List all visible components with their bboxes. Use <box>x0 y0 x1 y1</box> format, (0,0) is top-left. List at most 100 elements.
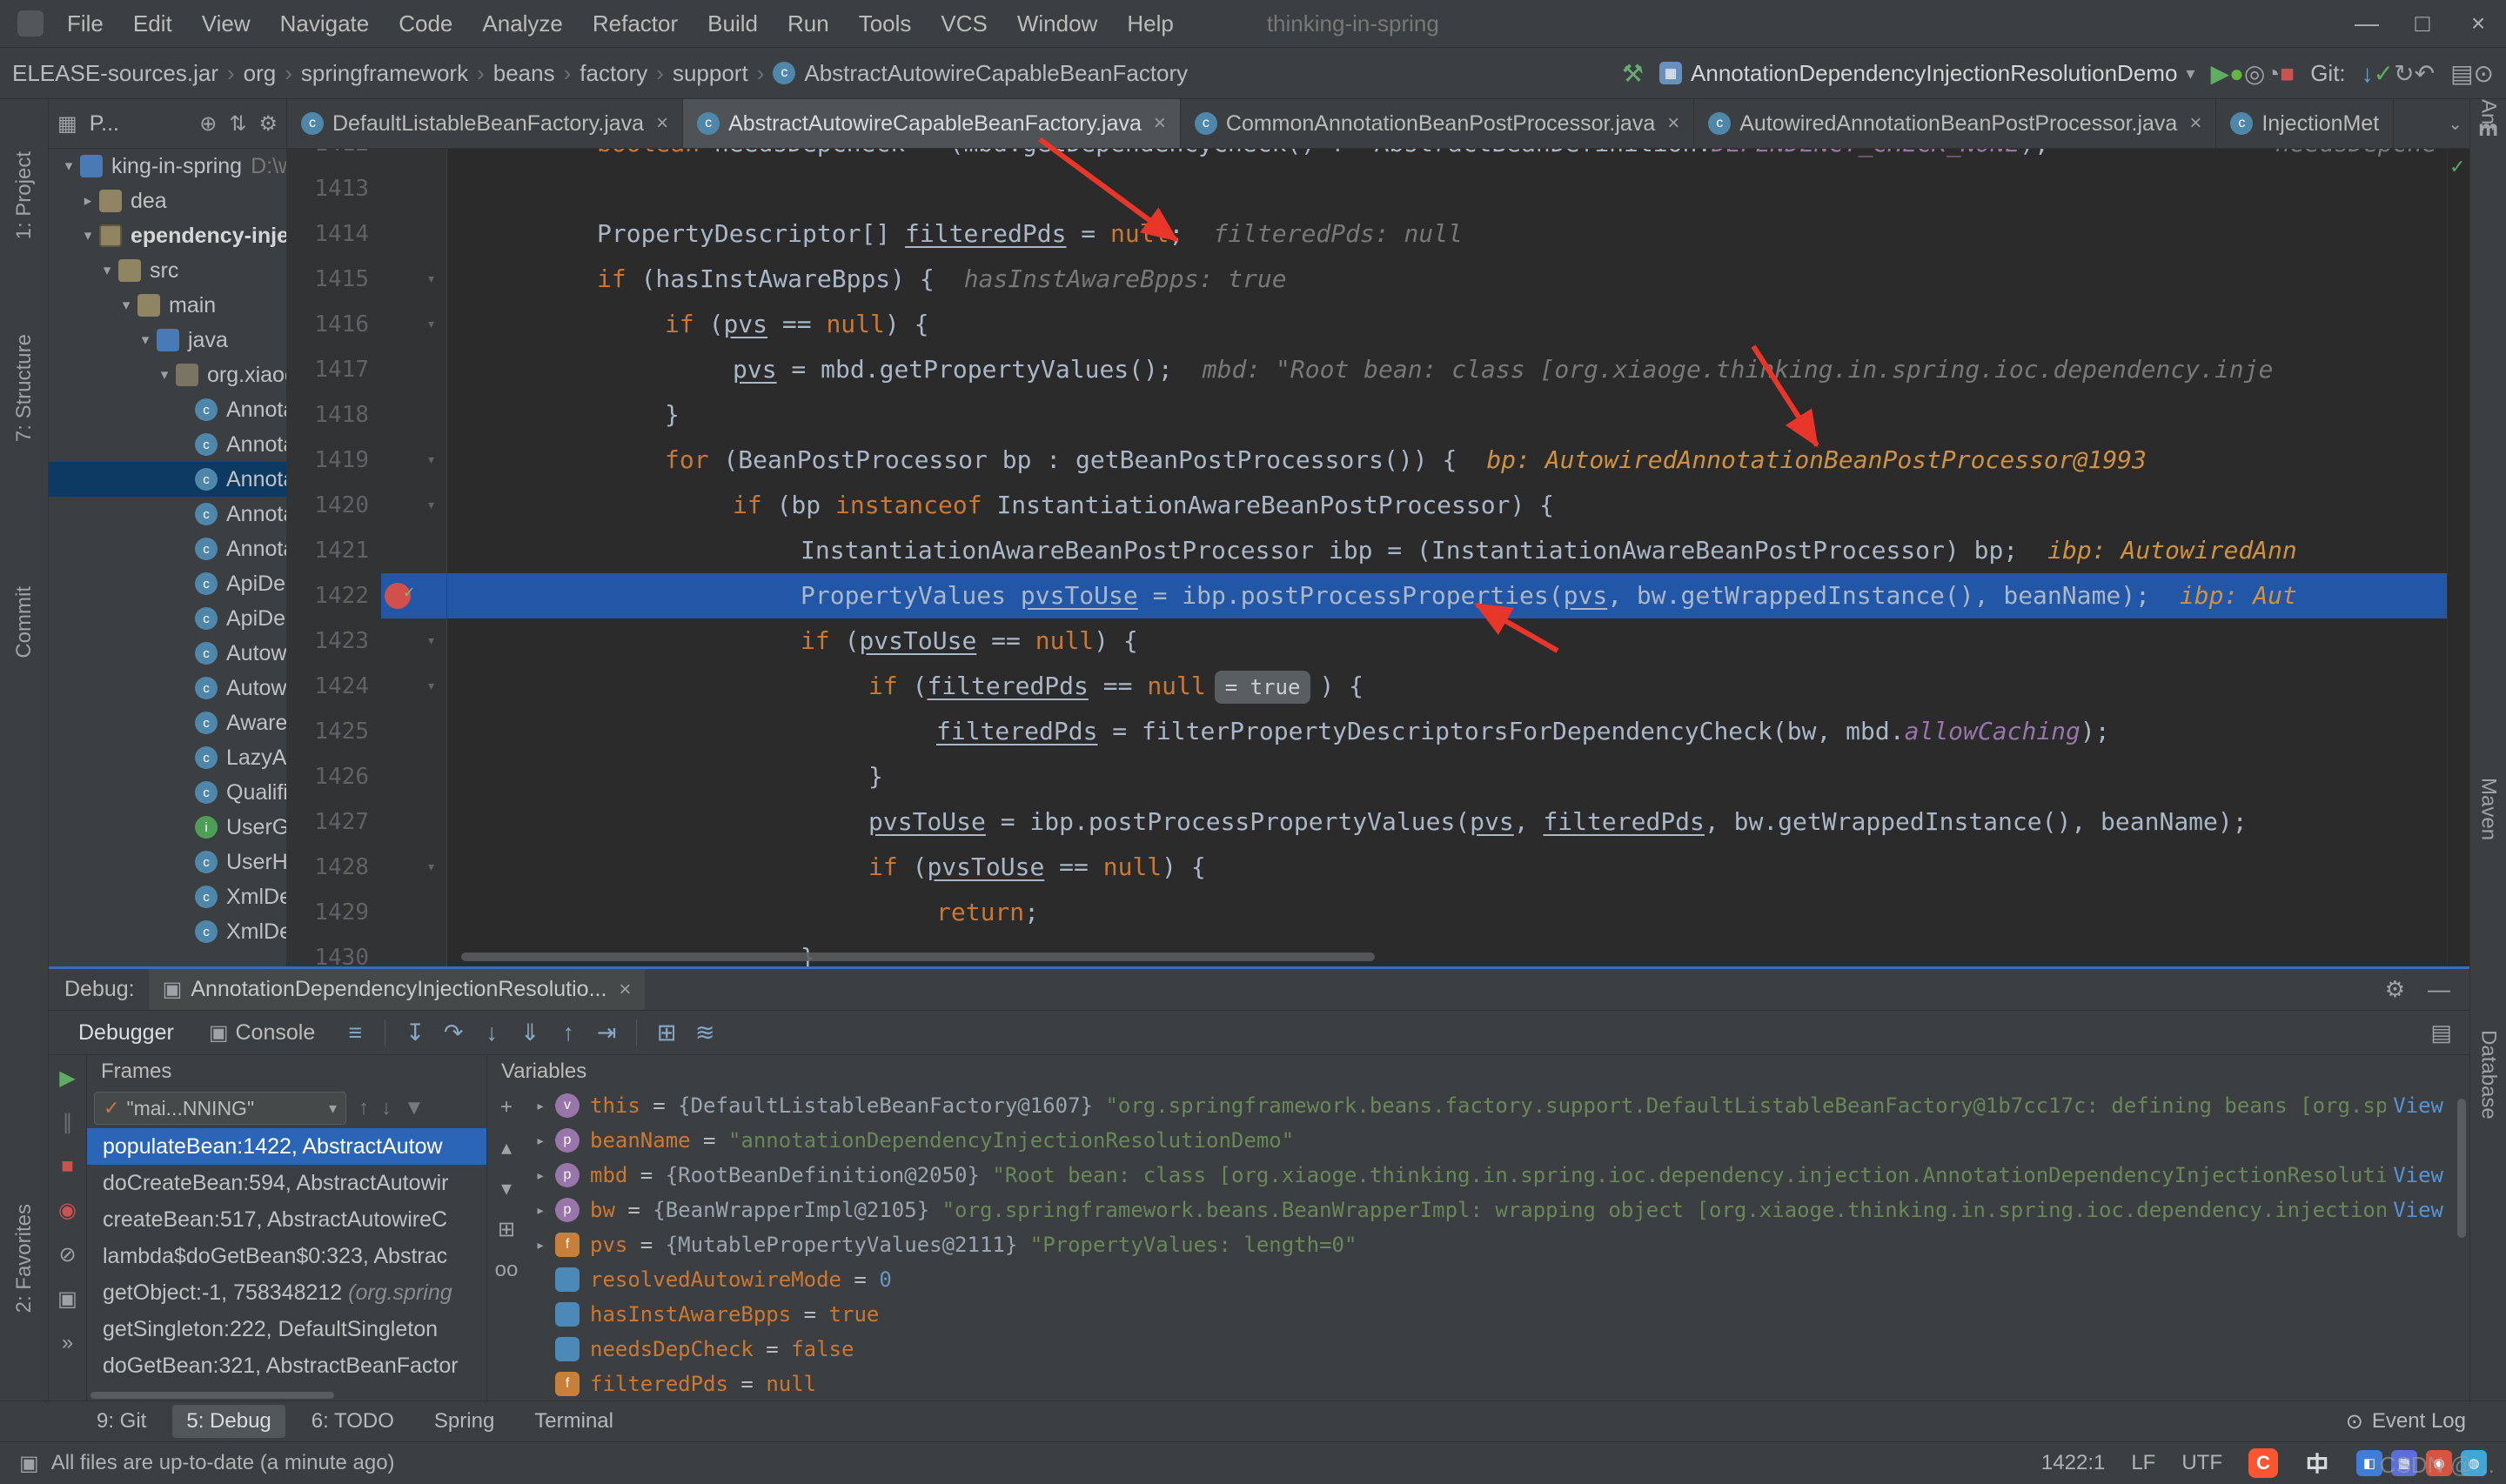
menu-item-run[interactable]: Run <box>773 10 844 37</box>
breakpoint-gutter[interactable] <box>381 302 416 347</box>
editor-horizontal-scrollbar[interactable] <box>461 953 1375 961</box>
fold-marker[interactable]: ▾ <box>416 845 447 890</box>
code-line[interactable]: 1426} <box>287 754 2447 799</box>
trace-streams-button[interactable]: ≋ <box>686 1019 724 1046</box>
notifications-button[interactable]: ⊙ <box>2474 60 2494 87</box>
stack-frame-row[interactable]: populateBean:1422, AbstractAutow <box>87 1128 486 1165</box>
breakpoint-gutter[interactable] <box>381 166 416 211</box>
code-line[interactable]: 1424▾if (filteredPds == null= true) { <box>287 664 2447 709</box>
thread-selector[interactable]: ✓ "mai...NNING" ▾ <box>94 1092 346 1125</box>
breakpoint-gutter[interactable] <box>381 709 416 754</box>
debug-session-tab[interactable]: ▣ AnnotationDependencyInjectionResolutio… <box>149 969 646 1010</box>
tree-node[interactable]: ▾src <box>49 253 286 288</box>
code-line[interactable]: 1416▾if (pvs == null) { <box>287 302 2447 347</box>
tool-window-button-spring[interactable]: Spring <box>420 1405 508 1438</box>
tree-node[interactable]: cAnnotati <box>49 392 286 427</box>
breakpoint-gutter[interactable] <box>381 347 416 392</box>
layout-menu-icon[interactable]: ≡ <box>336 1019 374 1046</box>
close-icon[interactable]: × <box>2189 111 2201 136</box>
tree-node[interactable]: ▾main <box>49 288 286 323</box>
fold-marker[interactable]: ▾ <box>416 664 447 709</box>
code-line[interactable]: 1417pvs = mbd.getPropertyValues();mbd: "… <box>287 347 2447 392</box>
view-breakpoints-button[interactable]: ◉ <box>58 1198 77 1223</box>
breakpoint-gutter[interactable] <box>381 799 416 845</box>
code-line[interactable]: 1419▾for (BeanPostProcessor bp : getBean… <box>287 438 2447 483</box>
variable-row[interactable]: hasInstAwareBpps = true <box>526 1297 2469 1332</box>
code-line[interactable]: 1428▾if (pvsToUse == null) { <box>287 845 2447 890</box>
show-execution-point-button[interactable]: ↧ <box>396 1019 434 1046</box>
breadcrumb-item[interactable]: AbstractAutowireCapableBeanFactory <box>804 60 1188 87</box>
editor-tab[interactable]: cCommonAnnotationBeanPostProcessor.java× <box>1181 99 1694 148</box>
tool-stripe-button[interactable]: Database <box>2476 1030 2501 1120</box>
move-watch-up-button[interactable]: ▴ <box>501 1135 512 1160</box>
debug-button[interactable]: ● <box>2229 60 2244 87</box>
code-line[interactable]: 1418} <box>287 392 2447 438</box>
tree-node[interactable]: cAutowiri <box>49 636 286 671</box>
run-configuration-select[interactable]: ▦ AnnotationDependencyInjectionResolutio… <box>1659 60 2194 87</box>
code-line[interactable]: 1412boolean needsDepCheck = (mbd.getDepe… <box>287 149 2447 166</box>
tree-node[interactable]: cAutowiri <box>49 671 286 705</box>
coverage-button[interactable]: ◎ <box>2244 60 2265 87</box>
variable-row[interactable]: ▸pbeanName = "annotationDependencyInject… <box>526 1123 2469 1158</box>
tool-stripe-button[interactable]: 7: Structure <box>12 334 37 442</box>
breakpoint-gutter[interactable] <box>381 438 416 483</box>
tool-window-button-5-debug[interactable]: 5: Debug <box>172 1405 285 1438</box>
tree-node[interactable]: ▾king-in-springD:\worl <box>49 149 286 184</box>
tree-node[interactable]: ▾java <box>49 323 286 358</box>
step-out-button[interactable]: ↑ <box>549 1019 587 1046</box>
mute-breakpoints-button[interactable]: ⊘ <box>58 1242 76 1267</box>
more-options-button[interactable]: » <box>62 1331 73 1355</box>
add-watch-button[interactable]: + <box>500 1095 513 1120</box>
tool-window-button-9-git[interactable]: 9: Git <box>83 1405 160 1438</box>
stack-frame-row[interactable]: lambda$doGetBean$0:323, Abstrac <box>87 1238 486 1274</box>
code-line[interactable]: 1425filteredPds = filterPropertyDescript… <box>287 709 2447 754</box>
tree-node[interactable]: cUserHolc <box>49 845 286 879</box>
evaluate-expression-button[interactable]: ⊞ <box>647 1019 686 1046</box>
debugger-tab-console[interactable]: ▣Console <box>191 1020 332 1046</box>
run-button[interactable]: ▶ <box>2210 60 2229 87</box>
breakpoint-gutter[interactable] <box>381 664 416 709</box>
maximize-button[interactable]: □ <box>2395 10 2450 37</box>
project-view-label[interactable]: P... <box>90 111 119 137</box>
variable-row[interactable]: ffilteredPds = null <box>526 1367 2469 1400</box>
breakpoint-gutter[interactable] <box>381 845 416 890</box>
close-icon[interactable]: × <box>1667 111 1679 136</box>
prev-frame-button[interactable]: ↑ <box>358 1096 369 1120</box>
menu-item-refactor[interactable]: Refactor <box>578 10 693 37</box>
menu-item-edit[interactable]: Edit <box>118 10 187 37</box>
move-watch-down-button[interactable]: ▾ <box>501 1176 512 1201</box>
resume-button[interactable]: ▶ <box>59 1066 75 1091</box>
code-line[interactable]: 1413 <box>287 166 2447 211</box>
fold-marker[interactable]: ▾ <box>416 618 447 664</box>
tree-node[interactable]: cLazyAnn <box>49 740 286 775</box>
tree-node[interactable]: cAnnotat <box>49 462 286 497</box>
tool-stripe-button[interactable]: 1: Project <box>12 151 37 239</box>
close-button[interactable]: × <box>2450 10 2506 37</box>
code-line[interactable]: 1414PropertyDescriptor[] filteredPds = n… <box>287 211 2447 257</box>
variable-row[interactable]: ▸pbw = {BeanWrapperImpl@2105} "org.sprin… <box>526 1193 2469 1227</box>
evaluate-button[interactable]: ⊞ <box>498 1217 515 1242</box>
variable-row[interactable]: needsDepCheck = false <box>526 1332 2469 1367</box>
tree-node[interactable]: cApiDepe <box>49 566 286 601</box>
stack-frame-row[interactable]: doGetBean:321, AbstractBeanFactor <box>87 1347 486 1384</box>
variable-row[interactable]: ▸vthis = {DefaultListableBeanFactory@160… <box>526 1088 2469 1123</box>
editor-layout-button[interactable]: ▤ <box>2450 60 2473 87</box>
editor-tab[interactable]: cInjectionMet <box>2216 99 2394 148</box>
close-icon[interactable]: × <box>1154 111 1166 136</box>
code-editor[interactable]: 1412boolean needsDepCheck = (mbd.getDepe… <box>287 149 2447 966</box>
fold-marker[interactable]: ▾ <box>416 257 447 302</box>
breakpoint-gutter[interactable] <box>381 211 416 257</box>
settings-button[interactable]: ⚙ <box>258 111 278 137</box>
tree-node[interactable]: cAnnotati <box>49 497 286 531</box>
encoding-indicator[interactable]: UTF <box>2181 1451 2222 1475</box>
stop-button[interactable]: ■ <box>2280 60 2295 87</box>
pause-button[interactable]: ∥ <box>63 1110 73 1135</box>
tool-window-button-6-todo[interactable]: 6: TODO <box>298 1405 408 1438</box>
tree-node[interactable]: iUserGrou <box>49 810 286 845</box>
code-line[interactable]: 1429return; <box>287 890 2447 935</box>
breakpoint-gutter[interactable] <box>381 528 416 573</box>
menu-item-window[interactable]: Window <box>1002 10 1112 37</box>
code-line[interactable]: 1423▾if (pvsToUse == null) { <box>287 618 2447 664</box>
stack-frame-row[interactable]: getSingleton:222, DefaultSingleton <box>87 1311 486 1347</box>
breakpoint-gutter[interactable] <box>381 754 416 799</box>
